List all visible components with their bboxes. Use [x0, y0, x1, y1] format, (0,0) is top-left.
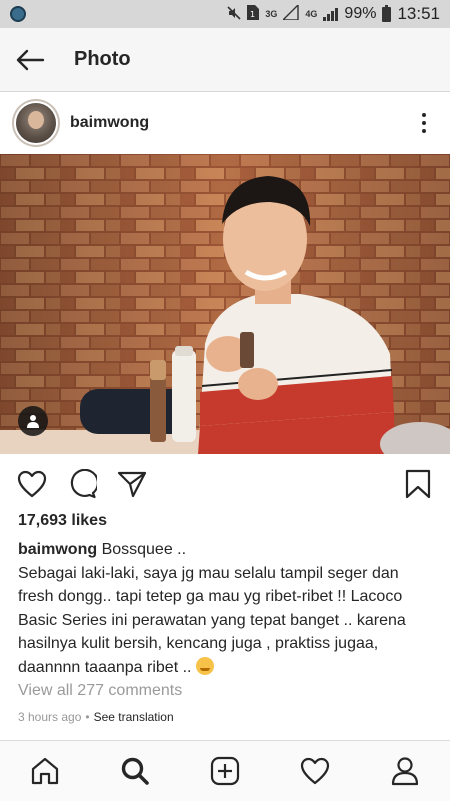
person-icon	[27, 415, 39, 428]
top-app-bar: Photo	[0, 28, 450, 92]
search-icon	[121, 757, 149, 785]
signal-bars-icon	[323, 7, 339, 21]
likes-count[interactable]: 17,693 likes	[18, 512, 107, 530]
battery-percent: 99%	[344, 5, 377, 22]
post-username[interactable]: baimwong	[70, 114, 149, 132]
battery-icon	[382, 4, 392, 22]
page-title: Photo	[74, 48, 131, 70]
bookmark-icon	[405, 469, 431, 499]
back-button[interactable]	[0, 28, 60, 92]
more-options-button[interactable]	[414, 113, 434, 133]
nav-search[interactable]	[110, 746, 160, 796]
meta-separator: •	[85, 710, 90, 724]
caption-first-line: Bossquee ..	[101, 541, 187, 558]
sim-icon: 1	[247, 5, 260, 23]
clock: 13:51	[397, 4, 440, 23]
nav-profile[interactable]	[380, 746, 430, 796]
mute-icon	[227, 5, 241, 23]
share-icon	[117, 471, 147, 498]
nav-home[interactable]	[20, 746, 70, 796]
nav-activity[interactable]	[290, 746, 340, 796]
activity-heart-icon	[300, 757, 330, 785]
add-post-icon	[210, 756, 240, 786]
post-actions	[0, 462, 450, 506]
svg-text:1: 1	[250, 10, 255, 19]
arrow-left-icon	[16, 49, 45, 70]
share-button[interactable]	[116, 468, 148, 500]
post-caption: baimwong Bossquee .. Sebagai laki-laki, …	[18, 538, 434, 679]
nav-new-post[interactable]	[200, 746, 250, 796]
caption-body: Sebagai laki-laki, saya jg mau selalu ta…	[18, 564, 406, 676]
avatar[interactable]	[16, 103, 56, 143]
post-photo[interactable]	[0, 154, 450, 454]
post-meta: 3 hours ago • See translation	[18, 710, 174, 724]
status-bar: 1 3G 4G 99% 13:51	[0, 0, 450, 28]
comment-icon	[70, 469, 97, 499]
like-button[interactable]	[16, 468, 48, 500]
smiling-face-emoji-icon	[195, 656, 214, 675]
bottom-navigation	[0, 740, 450, 801]
home-icon	[31, 757, 59, 785]
post-header: baimwong	[0, 92, 450, 154]
more-dots-icon	[422, 113, 426, 117]
tagged-users-button[interactable]	[18, 406, 48, 436]
signal-icon	[281, 3, 300, 23]
caption-username[interactable]: baimwong	[18, 541, 97, 558]
view-all-comments-link[interactable]: View all 277 comments	[18, 682, 182, 700]
post-timestamp: 3 hours ago	[18, 710, 82, 724]
comment-button[interactable]	[66, 468, 98, 500]
heart-icon	[17, 470, 47, 498]
profile-icon	[391, 757, 419, 786]
see-translation-link[interactable]: See translation	[94, 710, 174, 724]
network-4g-label: 4G	[305, 9, 318, 19]
save-button[interactable]	[402, 468, 434, 500]
network-3g-label: 3G	[265, 9, 278, 19]
app-notification-icon	[10, 6, 26, 22]
photo-illustration	[0, 154, 450, 454]
